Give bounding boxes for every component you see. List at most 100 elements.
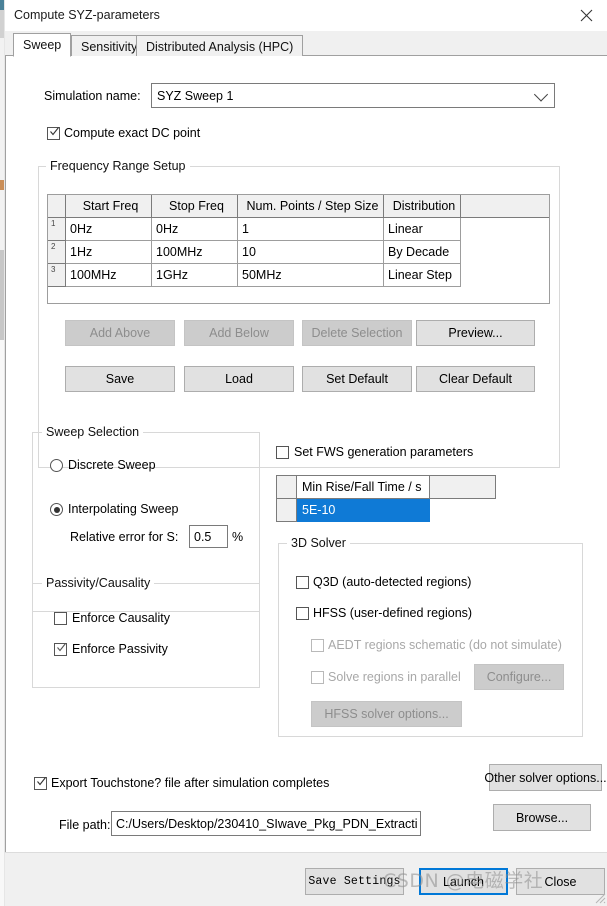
- browse-button[interactable]: Browse...: [493, 804, 591, 831]
- relative-error-input[interactable]: 0.5: [189, 525, 228, 548]
- hfss-checkbox[interactable]: [296, 607, 309, 620]
- discrete-sweep-radio[interactable]: [50, 459, 63, 472]
- q3d-label: Q3D (auto-detected regions): [313, 575, 472, 589]
- set-fws-generation-parameters-checkbox[interactable]: [276, 446, 289, 459]
- chevron-down-icon: [533, 86, 549, 102]
- frequency-table-wrap: Start Freq Stop Freq Num. Points / Step …: [47, 194, 550, 304]
- check-icon: [49, 126, 60, 137]
- cell-distribution[interactable]: Linear: [383, 217, 461, 241]
- save-button[interactable]: Save: [65, 366, 175, 392]
- close-icon[interactable]: [566, 0, 606, 30]
- tab-distributed-analysis[interactable]: Distributed Analysis (HPC): [136, 35, 304, 57]
- cell-stop-freq[interactable]: 100MHz: [151, 240, 238, 264]
- clear-default-button[interactable]: Clear Default: [416, 366, 535, 392]
- col-distribution[interactable]: Distribution: [383, 195, 461, 218]
- relative-error-unit: %: [232, 530, 244, 544]
- cell-num-points[interactable]: 50MHz: [237, 263, 384, 287]
- table-row[interactable]: 2 1Hz 100MHz 10 By Decade: [48, 240, 549, 264]
- sweep-tab-panel: Simulation name: SYZ Sweep 1 Compute exa…: [5, 56, 607, 852]
- q3d-checkbox[interactable]: [296, 576, 309, 589]
- dialog-footer: Save Settings Launch Close: [5, 852, 607, 906]
- cell-distribution[interactable]: Linear Step: [383, 263, 461, 287]
- cell-stop-freq[interactable]: 0Hz: [151, 217, 238, 241]
- col-spare: [460, 195, 549, 218]
- add-below-button[interactable]: Add Below: [184, 320, 294, 346]
- add-above-button[interactable]: Add Above: [65, 320, 175, 346]
- add-below-label: Add Below: [209, 326, 269, 340]
- save-settings-button[interactable]: Save Settings: [305, 868, 404, 895]
- table-row[interactable]: 3 100MHz 1GHz 50MHz Linear Step: [48, 263, 549, 287]
- simulation-name-combobox[interactable]: SYZ Sweep 1: [151, 83, 555, 108]
- cell-start-freq[interactable]: 0Hz: [65, 217, 152, 241]
- export-touchstone-checkbox[interactable]: [34, 777, 47, 790]
- passivity-causality-title: Passivity/Causality: [42, 576, 155, 590]
- cell-num-points[interactable]: 10: [237, 240, 384, 264]
- enforce-passivity-checkbox[interactable]: [54, 643, 67, 656]
- table-row[interactable]: 5E-10: [276, 498, 496, 522]
- row-index[interactable]: [276, 498, 297, 522]
- configure-label: Configure...: [486, 670, 552, 684]
- col-stop-freq[interactable]: Stop Freq: [151, 195, 238, 218]
- col-rownum: [276, 475, 297, 499]
- delete-selection-button[interactable]: Delete Selection: [302, 320, 412, 346]
- load-button[interactable]: Load: [184, 366, 294, 392]
- aedt-regions-schematic-label: AEDT regions schematic (do not simulate): [328, 638, 562, 652]
- col-rownum: [48, 195, 66, 218]
- tab-sweep-label: Sweep: [23, 38, 62, 52]
- cell-num-points[interactable]: 1: [237, 217, 384, 241]
- simulation-name-value: SYZ Sweep 1: [157, 88, 234, 103]
- interpolating-sweep-radio[interactable]: [50, 503, 63, 516]
- export-touchstone-label: Export Touchstone? file after simulation…: [51, 776, 330, 790]
- interpolating-sweep-label: Interpolating Sweep: [68, 502, 179, 516]
- set-default-button[interactable]: Set Default: [302, 366, 412, 392]
- cell-spare: [460, 217, 549, 241]
- col-start-freq[interactable]: Start Freq: [65, 195, 152, 218]
- table-row[interactable]: 1 0Hz 0Hz 1 Linear: [48, 217, 549, 241]
- row-index[interactable]: 3: [48, 263, 66, 287]
- col-spare: [429, 475, 496, 499]
- cell-spare: [429, 498, 496, 522]
- other-solver-options-button[interactable]: Other solver options...: [484, 764, 607, 791]
- close-button[interactable]: Close: [516, 868, 605, 895]
- cell-start-freq[interactable]: 1Hz: [65, 240, 152, 264]
- launch-button[interactable]: Launch: [419, 868, 508, 895]
- solve-regions-in-parallel-label: Solve regions in parallel: [328, 670, 461, 684]
- relative-error-label: Relative error for S:: [70, 530, 179, 544]
- preview-label: Preview...: [448, 326, 503, 340]
- frequency-range-setup-title: Frequency Range Setup: [46, 159, 190, 173]
- radio-dot-icon: [53, 506, 60, 513]
- save-label: Save: [105, 372, 135, 386]
- save-settings-label: Save Settings: [308, 875, 401, 888]
- row-index[interactable]: 2: [48, 240, 66, 264]
- window-title: Compute SYZ-parameters: [14, 8, 160, 22]
- hfss-solver-options-button[interactable]: HFSS solver options...: [311, 701, 462, 727]
- row-index[interactable]: 1: [48, 217, 66, 241]
- col-min-rise-fall-time[interactable]: Min Rise/Fall Time / s: [296, 475, 430, 499]
- enforce-causality-checkbox[interactable]: [54, 612, 67, 625]
- frequency-table[interactable]: Start Freq Stop Freq Num. Points / Step …: [48, 195, 549, 287]
- cell-start-freq[interactable]: 100MHz: [65, 263, 152, 287]
- col-num-points[interactable]: Num. Points / Step Size: [237, 195, 384, 218]
- compute-exact-dc-point-checkbox[interactable]: [47, 127, 60, 140]
- set-default-label: Set Default: [326, 372, 388, 386]
- tab-distributed-analysis-label: Distributed Analysis (HPC): [146, 39, 294, 54]
- file-path-input[interactable]: C:/Users/Desktop/230410_SIwave_Pkg_PDN_E…: [111, 811, 421, 836]
- simulation-name-label: Simulation name:: [44, 89, 141, 103]
- cell-spare: [460, 263, 549, 287]
- discrete-sweep-label: Discrete Sweep: [68, 458, 156, 472]
- tab-strip: Sweep Sensitivity Distributed Analysis (…: [5, 31, 607, 57]
- resize-grip-icon[interactable]: [593, 891, 606, 904]
- configure-button[interactable]: Configure...: [474, 664, 564, 690]
- min-rise-fall-table[interactable]: Min Rise/Fall Time / s 5E-10: [276, 475, 496, 522]
- check-icon: [36, 776, 47, 787]
- tab-sweep[interactable]: Sweep: [13, 33, 72, 57]
- cell-stop-freq[interactable]: 1GHz: [151, 263, 238, 287]
- browse-label: Browse...: [515, 810, 569, 825]
- check-icon: [56, 642, 67, 653]
- cell-min-rise-fall-time[interactable]: 5E-10: [296, 498, 430, 522]
- cell-distribution[interactable]: By Decade: [383, 240, 461, 264]
- clear-default-label: Clear Default: [439, 372, 512, 386]
- preview-button[interactable]: Preview...: [416, 320, 535, 346]
- aedt-regions-schematic-checkbox[interactable]: [311, 639, 324, 652]
- solve-regions-in-parallel-checkbox[interactable]: [311, 671, 324, 684]
